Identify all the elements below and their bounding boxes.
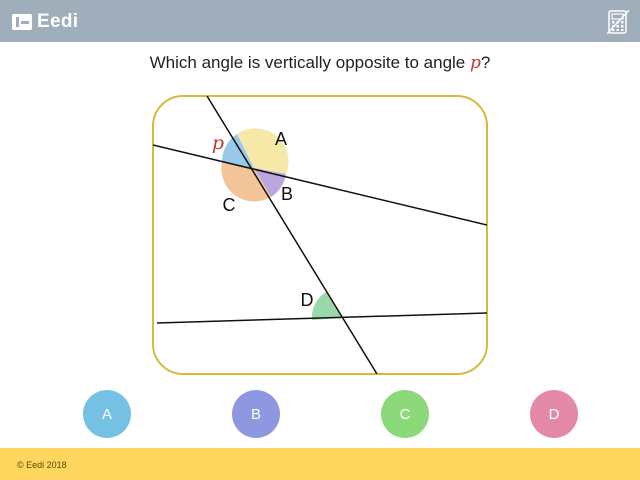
option-c-button[interactable]: C <box>381 390 429 438</box>
copyright-text: © Eedi 2018 <box>17 460 67 470</box>
label-p: p <box>212 132 224 154</box>
option-b-label: B <box>250 405 261 423</box>
label-d: D <box>301 290 314 310</box>
option-d-label: D <box>548 405 560 423</box>
label-c: C <box>223 195 236 215</box>
option-b-button[interactable]: B <box>232 390 280 438</box>
option-c-label: C <box>399 405 411 423</box>
option-a-label: A <box>101 405 112 423</box>
diagram-frame <box>152 95 488 375</box>
option-a-button[interactable]: A <box>83 390 131 438</box>
option-d-button[interactable]: D <box>530 390 578 438</box>
label-a: A <box>275 129 287 149</box>
label-b: B <box>281 184 293 204</box>
footer-bar: © Eedi 2018 <box>0 448 640 480</box>
